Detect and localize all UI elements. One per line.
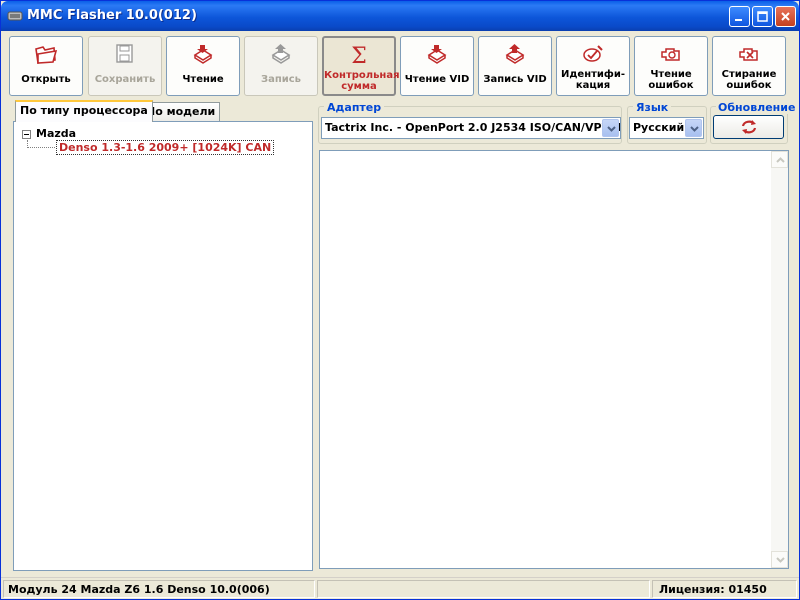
language-dropdown-button[interactable]	[685, 119, 702, 137]
refresh-button[interactable]	[713, 115, 784, 139]
identification-button[interactable]: Идентифи- кация	[556, 36, 630, 96]
window-title: MMC Flasher 10.0(012)	[27, 8, 197, 23]
engine-read-icon	[661, 48, 680, 61]
read-errors-label-line2: ошибок	[648, 80, 694, 91]
ecu-tree[interactable]: Mazda Denso 1.3-1.6 2009+ [1024K] CAN	[13, 121, 313, 571]
adapter-dropdown-button[interactable]	[602, 119, 619, 137]
read-button[interactable]: Чтение	[166, 36, 240, 96]
write-vid-label: Запись VID	[483, 74, 547, 85]
tab-by-processor[interactable]: По типу процессора	[15, 100, 153, 122]
write-button[interactable]: Запись	[244, 36, 318, 96]
tree-node-denso[interactable]: Denso 1.3-1.6 2009+ [1024K] CAN	[56, 140, 275, 155]
read-vid-button[interactable]: Чтение VID	[400, 36, 474, 96]
checksum-label-line2: сумма	[341, 81, 377, 92]
engine-clear-icon	[739, 48, 758, 61]
clear-errors-label: Стирание ошибок	[713, 69, 785, 91]
identification-icon	[583, 45, 603, 62]
collapse-toggle-icon[interactable]	[22, 129, 31, 139]
chevron-down-icon	[776, 557, 785, 563]
tree-connector	[27, 147, 55, 148]
write-chip-icon	[271, 44, 291, 64]
minimize-button[interactable]	[729, 6, 750, 27]
scroll-down-button[interactable]	[771, 551, 788, 568]
open-label: Открыть	[21, 74, 71, 85]
status-license-text: Лицензия: 01450	[659, 583, 767, 596]
adapter-select-value: Tactrix Inc. - OpenPort 2.0 J2534 ISO/CA…	[325, 121, 621, 134]
write-vid-button[interactable]: Запись VID	[478, 36, 552, 96]
clear-errors-button[interactable]: Стирание ошибок	[712, 36, 786, 96]
save-label: Сохранить	[94, 74, 156, 85]
checksum-label: Контрольная сумма	[324, 70, 400, 92]
scroll-up-button[interactable]	[771, 151, 788, 168]
language-group-label: Язык	[633, 101, 672, 114]
language-select-value: Русский	[633, 121, 685, 134]
refresh-icon	[741, 120, 757, 134]
minimize-icon	[735, 19, 742, 21]
checksum-label-line1: Контрольная	[324, 70, 400, 81]
maximize-icon	[757, 11, 768, 22]
adapter-select[interactable]: Tactrix Inc. - OpenPort 2.0 J2534 ISO/CA…	[321, 117, 621, 139]
read-vid-icon	[427, 45, 447, 64]
identification-label-line1: Идентифи-	[560, 69, 626, 80]
clear-errors-label-line1: Стирание	[721, 69, 777, 80]
clear-errors-label-line2: ошибок	[726, 80, 772, 91]
language-select[interactable]: Русский	[629, 117, 704, 139]
title-bar[interactable]: MMC Flasher 10.0(012)	[1, 1, 799, 31]
write-label: Запись	[260, 74, 302, 85]
svg-text:Σ: Σ	[351, 44, 367, 67]
app-window: MMC Flasher 10.0(012) Открыть Сохранить	[0, 0, 800, 600]
close-button[interactable]	[775, 6, 796, 27]
read-chip-icon	[193, 45, 213, 64]
identification-label-line2: кация	[575, 80, 611, 91]
read-errors-label-line1: Чтение	[650, 69, 692, 80]
toolbar: Открыть Сохранить Чтение Запись Σ Контро…	[9, 36, 793, 96]
status-bar: Модуль 24 Mazda Z6 1.6 Denso 10.0(006) Л…	[1, 577, 799, 599]
tab-by-model[interactable]: По модели	[141, 102, 221, 121]
identification-label: Идентифи- кация	[557, 69, 629, 91]
app-icon	[7, 11, 23, 21]
maximize-button[interactable]	[752, 6, 773, 27]
status-module: Модуль 24 Mazda Z6 1.6 Denso 10.0(006)	[3, 580, 315, 598]
read-label: Чтение	[182, 74, 224, 85]
vertical-scrollbar[interactable]	[771, 151, 788, 568]
close-icon	[781, 12, 790, 21]
tree-node-mazda[interactable]: Mazda	[22, 127, 76, 140]
open-button[interactable]: Открыть	[9, 36, 83, 96]
chevron-down-icon	[690, 126, 699, 132]
status-license: Лицензия: 01450	[652, 580, 797, 598]
log-output[interactable]	[319, 150, 789, 569]
update-group-label: Обновление	[716, 101, 798, 114]
chevron-up-icon	[776, 157, 785, 163]
chevron-down-icon	[607, 126, 616, 132]
adapter-group-label: Адаптер	[324, 101, 385, 114]
folder-open-icon	[35, 46, 58, 64]
save-button[interactable]: Сохранить	[88, 36, 162, 96]
sigma-icon: Σ	[351, 44, 367, 67]
read-errors-label: Чтение ошибок	[635, 69, 707, 91]
read-vid-label: Чтение VID	[404, 74, 470, 85]
checksum-button[interactable]: Σ Контрольная сумма	[322, 36, 400, 96]
write-vid-icon	[505, 44, 525, 64]
tree-root-label: Mazda	[36, 127, 77, 140]
read-errors-button[interactable]: Чтение ошибок	[634, 36, 708, 96]
status-middle	[317, 580, 650, 598]
floppy-icon	[116, 44, 133, 63]
